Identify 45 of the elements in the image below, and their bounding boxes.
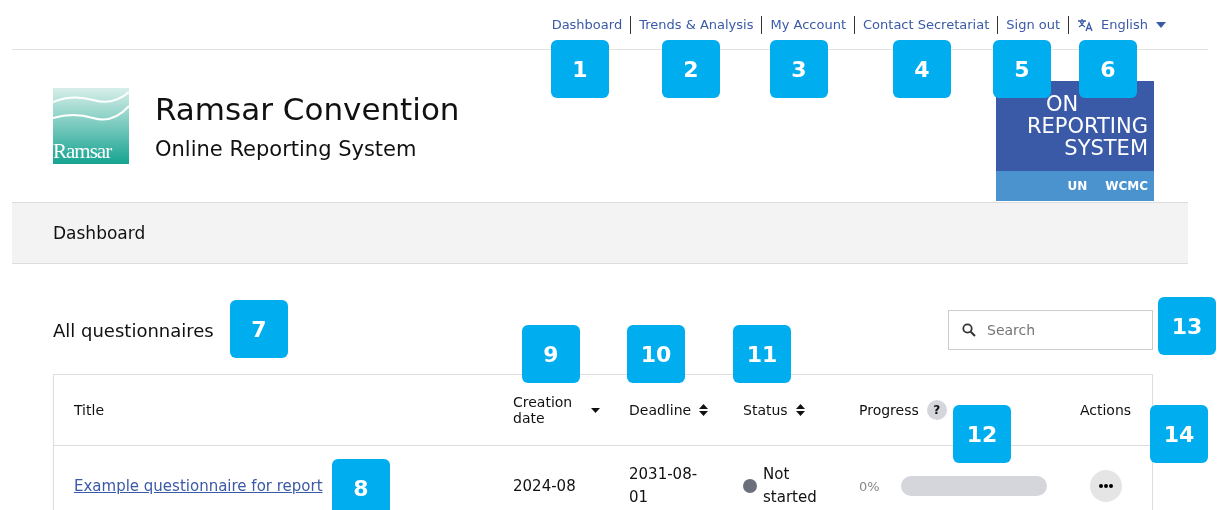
- table-cell: 2024-08: [513, 477, 576, 495]
- nav-link[interactable]: Dashboard: [543, 17, 631, 32]
- column-header: Deadline: [629, 402, 692, 418]
- callout-badge: 14: [1150, 405, 1208, 463]
- nav-link[interactable]: Sign out: [998, 17, 1069, 32]
- sort-icon[interactable]: [795, 404, 805, 416]
- language-selector[interactable]: English: [1069, 17, 1174, 32]
- callout-badge: 12: [953, 405, 1011, 463]
- callout-badge: 2: [662, 40, 720, 98]
- section-title: All questionnaires: [53, 319, 214, 341]
- column-header: Title: [74, 402, 104, 418]
- ramsar-logo: Ramsar: [53, 88, 129, 164]
- translate-icon: [1077, 17, 1094, 32]
- site-subtitle: Online Reporting System: [155, 137, 418, 161]
- callout-badge: 10: [627, 325, 685, 383]
- callout-badge: 9: [522, 325, 580, 383]
- progress-percent: 0%: [859, 478, 881, 494]
- sort-icon[interactable]: [699, 404, 709, 416]
- questionnaire-link[interactable]: Example questionnaire for report: [74, 477, 323, 495]
- caret-icon: [1156, 21, 1166, 28]
- breadcrumb: Dashboard: [53, 223, 146, 243]
- table-cell-text: 2031-08-01: [629, 464, 699, 508]
- search-icon: [962, 323, 976, 337]
- callout-badge: 8: [332, 459, 390, 510]
- callout-badge: 1: [551, 40, 609, 98]
- ellipsis-icon: [1098, 484, 1113, 488]
- more-actions-button[interactable]: [1089, 470, 1122, 502]
- callout-badge: 6: [1079, 40, 1137, 98]
- column-header: Actions: [1079, 402, 1132, 418]
- nav-link[interactable]: Contact Secretariat: [855, 17, 998, 32]
- callout-badge: 13: [1158, 297, 1216, 355]
- callout-badge: 7: [230, 300, 288, 358]
- callout-badge: 3: [770, 40, 828, 98]
- callout-badge: 11: [733, 325, 791, 383]
- column-header: Status: [743, 402, 788, 418]
- site-title: Ramsar Convention: [155, 91, 461, 127]
- search-field[interactable]: Search: [948, 310, 1153, 350]
- nav-link[interactable]: Trends & Analysis: [631, 17, 762, 32]
- status-text: Not started: [763, 464, 818, 508]
- help-button[interactable]: ?: [926, 400, 947, 420]
- callout-badge: 4: [893, 40, 951, 98]
- column-header: Progress: [859, 402, 919, 418]
- sort-descending-icon[interactable]: [591, 407, 600, 413]
- column-header: Creation date: [513, 394, 574, 426]
- nav-link[interactable]: My Account: [762, 17, 854, 32]
